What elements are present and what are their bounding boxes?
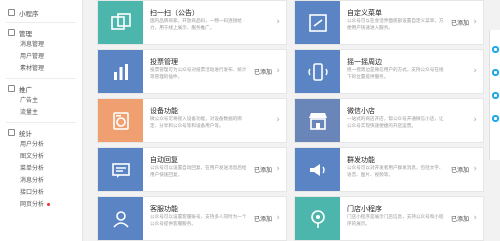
plugin-desc: 门店小程序是展示门店信息，支持公众号和小程序的展示。 [347, 215, 444, 227]
plugin-desc: 投票管理可为公众号对投票活动进行发布、统计等管理的插件。 [150, 68, 247, 80]
plugin-status: 已添加 [451, 167, 470, 174]
plugin-card[interactable]: 门店小程序 门店小程序是展示门店信息，支持公众号和小程序的展示。 已添加 › [294, 196, 484, 241]
sidebar-item-users[interactable]: 用户管理 [0, 51, 82, 63]
store-icon [310, 209, 325, 228]
plugin-title: 自定义菜单 [347, 9, 382, 17]
plugin-card[interactable]: 投票管理 投票管理可为公众号对投票活动进行发布、统计等管理的插件。 已添加 › [97, 49, 287, 94]
sidebar: 小程序 管理 消息管理 用户管理 素材管理 推广 广告主 流量主 统计 用户分析… [0, 0, 83, 241]
plugin-thumb [98, 99, 143, 142]
sidebar-item-messages[interactable]: 消息管理 [0, 39, 82, 51]
sidebar-section-label: 推广 [19, 85, 32, 94]
chevron-right-icon: › [473, 66, 477, 76]
plugin-card[interactable]: 微信小店 一站式的商店开店，帮公众号开通微信小店，让公众号实现快速便捷的开店运营… [294, 98, 484, 143]
plugin-title: 门店小程序 [347, 205, 382, 213]
plugin-status: 已添加 [451, 216, 470, 223]
service-icon [112, 210, 129, 228]
sidebar-item-web-analysis[interactable]: 网页分析 [0, 199, 82, 211]
sidebar-section-label: 管理 [19, 29, 32, 38]
sidebar-section-label: 小程序 [19, 9, 39, 18]
plugin-status: 已添加 [254, 167, 273, 174]
sidebar-section-label: 统计 [19, 129, 32, 138]
plugin-status: 已添加 [254, 216, 273, 223]
stats-icon [8, 129, 15, 136]
manage-icon [8, 29, 15, 36]
menu-icon [308, 13, 327, 32]
plugin-title: 自动回复 [150, 156, 178, 164]
plugin-card[interactable]: 设备功能 微公众号可将接入设备功能，对设备数据的绑定、分享和公众号等和设备用户等… [97, 98, 287, 143]
chevron-right-icon: › [276, 17, 280, 27]
plugin-status: 已添加 [451, 20, 470, 27]
sidebar-item-label: 网页分析 [20, 201, 45, 208]
plugin-title: 摇一摇周边 [347, 58, 382, 66]
new-badge [47, 203, 51, 206]
scan-icon [110, 12, 131, 30]
sidebar-item-publisher[interactable]: 流量主 [0, 107, 82, 119]
shake-icon [307, 62, 328, 81]
plugin-title: 客服功能 [150, 205, 178, 213]
plugin-thumb [98, 50, 143, 93]
plugin-grid: 扫一扫（公告） 国内品牌商家，开放商品码，一物一码连接给力，用于线上展示、服务推… [97, 0, 492, 241]
sidebar-item-user-analysis[interactable]: 用户分析 [0, 139, 82, 151]
plugin-status: 已添加 [254, 69, 273, 76]
chevron-right-icon: › [473, 17, 477, 27]
promote-icon [8, 85, 15, 92]
plugin-thumb [295, 1, 340, 44]
plugin-card[interactable]: 群发功能 公众号可以对开发者用户群发消息，包括文字、语音、图片、视频等。 已添加… [294, 147, 484, 192]
sidebar-item-menu-analysis[interactable]: 菜单分析 [0, 163, 82, 175]
chevron-right-icon: › [276, 115, 280, 125]
plugin-desc: 公众号可以在会话界面底部设置自定义菜单，方便用户快速进入服务。 [347, 19, 444, 31]
plugin-desc: 公众号可以设置自动回复，在用户发送消息后给用户快速回复。 [150, 166, 247, 178]
chevron-right-icon: › [276, 66, 280, 76]
sidebar-section-manage: 管理 [0, 26, 82, 39]
chevron-right-icon: › [473, 115, 477, 125]
right-float-toolbar [489, 30, 500, 160]
sidebar-item-advertiser[interactable]: 广告主 [0, 95, 82, 107]
plugin-title: 群发功能 [347, 156, 375, 164]
vote-icon [113, 63, 128, 80]
chat-icon[interactable] [491, 46, 499, 53]
mass-icon [309, 163, 325, 176]
sidebar-item-article-analysis[interactable]: 图文分析 [0, 151, 82, 163]
plugin-title: 扫一扫（公告） [150, 9, 199, 17]
reply-icon [111, 162, 130, 178]
plugin-title: 投票管理 [150, 58, 178, 66]
plugin-thumb [98, 197, 143, 240]
device-icon [112, 111, 129, 130]
plugin-title: 设备功能 [150, 107, 178, 115]
plugin-desc: 微公众号可将接入设备功能，对设备数据的绑定、分享和公众号等和设备用户等。 [150, 117, 242, 129]
sidebar-item-api-analysis[interactable]: 接口分析 [0, 187, 82, 199]
sidebar-section-miniprogram[interactable]: 小程序 [0, 6, 82, 19]
miniprogram-icon [8, 9, 15, 16]
plugin-title: 微信小店 [347, 107, 375, 115]
plugin-card[interactable]: 自定义菜单 公众号可以在会话界面底部设置自定义菜单，方便用户快速进入服务。 已添… [294, 0, 484, 45]
top-icon[interactable] [491, 115, 499, 122]
plugin-card[interactable]: 自动回复 公众号可以设置自动回复，在用户发送消息后给用户快速回复。 已添加 › [97, 147, 287, 192]
sidebar-item-message-analysis[interactable]: 消息分析 [0, 175, 82, 187]
sidebar-section-stats: 统计 [0, 126, 82, 139]
plugin-thumb [295, 197, 340, 240]
sidebar-item-materials[interactable]: 素材管理 [0, 63, 82, 75]
shop-icon [308, 112, 327, 130]
plugin-thumb [295, 50, 340, 93]
plugin-desc: 公众号可以设置客服账号，支持多人同时为一个公众号提供客服服务。 [150, 215, 247, 227]
feedback-icon[interactable] [491, 69, 499, 76]
chevron-right-icon: › [473, 213, 477, 223]
plugin-thumb [98, 148, 143, 191]
plugin-desc: 一站式的商店开店，帮公众号开通微信小店，让公众号实现快速便捷的开店运营。 [347, 117, 444, 129]
phone-icon[interactable] [491, 92, 499, 99]
plugin-card[interactable]: 客服功能 公众号可以设置客服账号，支持多人同时为一个公众号提供客服服务。 已添加… [97, 196, 287, 241]
sidebar-section-promote: 推广 [0, 82, 82, 95]
plugin-thumb [295, 148, 340, 191]
chevron-right-icon: › [473, 164, 477, 174]
plugin-card[interactable]: 摇一摇周边 摇一摇周边是微信用户的方式，支持公众号在线下的位置提供服务。 › [294, 49, 484, 94]
plugin-thumb [98, 1, 143, 44]
plugin-desc: 国内品牌商家，开放商品码，一物一码连接给力，用于线上展示、服务推广。 [150, 19, 242, 31]
plugin-desc: 摇一摇周边是微信用户的方式，支持公众号在线下的位置提供服务。 [347, 68, 444, 80]
plugin-card[interactable]: 扫一扫（公告） 国内品牌商家，开放商品码，一物一码连接给力，用于线上展示、服务推… [97, 0, 287, 45]
plugin-desc: 公众号可以对开发者用户群发消息，包括文字、语音、图片、视频等。 [347, 166, 444, 178]
plugin-thumb [295, 99, 340, 142]
chevron-right-icon: › [276, 164, 280, 174]
chevron-right-icon: › [276, 213, 280, 223]
